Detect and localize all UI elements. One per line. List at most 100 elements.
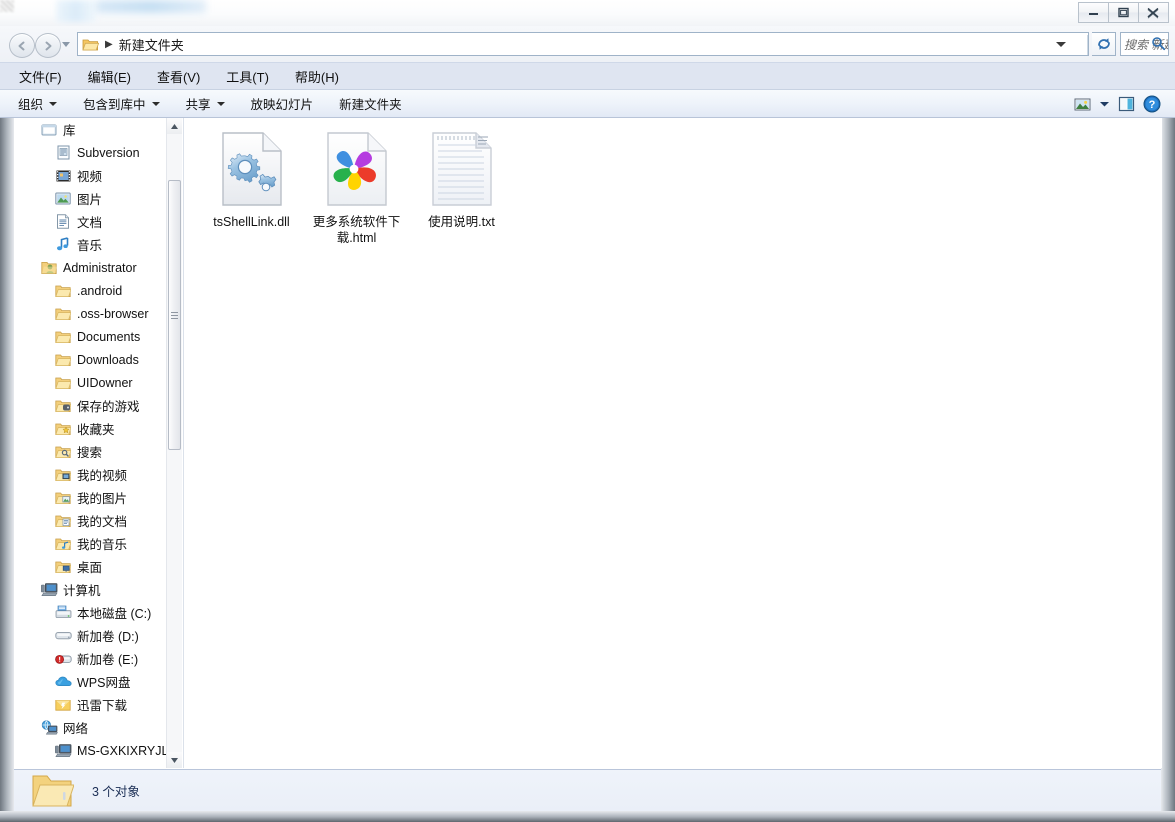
toolbar-button-1[interactable]: 包含到库中	[83, 94, 160, 113]
sidebar-item-7[interactable]: .android	[14, 279, 164, 302]
sidebar-item-27[interactable]: MS-GXKIXRYJLV	[14, 739, 176, 762]
menu-item-1[interactable]: 编辑(E)	[85, 65, 134, 88]
preview-pane-button[interactable]	[1113, 92, 1139, 116]
toolbar-button-0[interactable]: 组织	[18, 94, 58, 113]
sidebar-item-24[interactable]: WPS网盘	[14, 670, 164, 693]
address-bar-row: ▶ 新建文件夹 搜索 新建...	[0, 26, 1175, 62]
sidebar-item-21[interactable]: 本地磁盘 (C:)	[14, 601, 164, 624]
sidebar-item-4[interactable]: 文档	[14, 210, 164, 233]
sidebar-item-label: Downloads	[77, 352, 139, 367]
scrollbar-thumb[interactable]	[168, 180, 181, 450]
sidebar-item-label: 保存的游戏	[77, 400, 140, 414]
title-blurred-region-a	[56, 0, 96, 22]
menu-item-2[interactable]: 查看(V)	[154, 65, 203, 88]
maximize-button[interactable]	[1109, 2, 1139, 23]
window-frame-right	[1161, 26, 1175, 811]
file-list-pane[interactable]: tsShellLink.dll 更多系统软件下载.html 使用说明.txt	[183, 118, 1162, 768]
toolbar-right-group: ?	[1069, 90, 1165, 118]
computer-icon	[54, 743, 72, 758]
search-icon[interactable]	[1151, 36, 1166, 55]
documents-icon	[54, 214, 72, 229]
address-bar[interactable]: ▶ 新建文件夹	[77, 32, 1089, 56]
view-mode-icon	[1074, 98, 1090, 110]
sidebar-item-label: WPS网盘	[77, 676, 131, 690]
file-grid[interactable]: tsShellLink.dll 更多系统软件下载.html 使用说明.txt	[199, 126, 514, 246]
sidebar-item-0[interactable]: 库	[14, 118, 164, 141]
navigation-pane[interactable]: 库 Subversion 视频 图片 文档音乐 Administrator .android…	[14, 118, 178, 768]
refresh-icon	[1097, 38, 1110, 50]
computer-icon	[40, 582, 58, 597]
file-item-0[interactable]: tsShellLink.dll	[199, 126, 304, 246]
menu-item-4[interactable]: 帮助(H)	[292, 65, 342, 88]
sidebar-item-6[interactable]: Administrator	[14, 256, 164, 279]
my-pictures-icon	[54, 491, 72, 505]
toolbar-button-2[interactable]: 共享	[186, 94, 225, 113]
sidebar-item-25[interactable]: 迅雷下载	[14, 693, 164, 716]
sidebar-item-10[interactable]: Downloads	[14, 348, 164, 371]
drive-icon	[54, 629, 72, 642]
sidebar-item-12[interactable]: 保存的游戏	[14, 394, 164, 417]
status-bar: 3 个对象	[14, 769, 1161, 811]
sidebar-item-label: 音乐	[77, 239, 103, 253]
sidebar-item-label: 网络	[63, 722, 89, 736]
sidebar-item-2[interactable]: 视频	[14, 164, 164, 187]
folder-icon	[54, 376, 72, 390]
view-mode-dropdown[interactable]	[1095, 92, 1113, 116]
search-box[interactable]: 搜索 新建...	[1120, 32, 1169, 56]
sidebar-item-label: 本地磁盘 (C:)	[77, 607, 152, 621]
sidebar-item-label: 桌面	[77, 561, 103, 575]
menu-item-0[interactable]: 文件(F)	[16, 65, 65, 88]
toolbar-button-4[interactable]: 新建文件夹	[339, 94, 402, 113]
help-button[interactable]: ?	[1139, 92, 1165, 116]
sidebar-item-18[interactable]: 我的音乐	[14, 532, 164, 555]
window-frame-left	[0, 26, 14, 811]
scroll-down-button[interactable]	[167, 752, 182, 768]
minimize-button[interactable]	[1078, 2, 1109, 23]
sidebar-item-label: 迅雷下载	[77, 699, 128, 713]
sidebar-item-13[interactable]: 收藏夹	[14, 417, 164, 440]
file-item-2[interactable]: 使用说明.txt	[409, 126, 514, 246]
sidebar-item-label: .oss-browser	[77, 306, 149, 321]
sidebar-item-label: MS-GXKIXRYJLV	[77, 743, 176, 758]
sidebar-item-3[interactable]: 图片	[14, 187, 164, 210]
refresh-button[interactable]	[1092, 32, 1116, 56]
folder-tree[interactable]: 库 Subversion 视频 图片 文档音乐 Administrator .android…	[14, 118, 176, 762]
sidebar-item-26[interactable]: 网络	[14, 716, 164, 739]
sidebar-item-label: 新加卷 (D:)	[77, 630, 139, 644]
sidebar-item-15[interactable]: 我的视频	[14, 463, 164, 486]
scroll-up-button[interactable]	[167, 118, 182, 134]
breadcrumb[interactable]: 新建文件夹	[119, 35, 184, 54]
thunder-folder-icon	[54, 698, 72, 712]
scrollbar-grip-icon	[171, 311, 178, 319]
help-icon: ?	[1143, 95, 1161, 113]
sidebar-item-1[interactable]: Subversion	[14, 141, 164, 164]
navigation-scrollbar[interactable]	[166, 118, 182, 768]
sidebar-item-label: 新加卷 (E:)	[77, 653, 139, 667]
cloud-icon	[54, 675, 72, 688]
forward-button[interactable]	[35, 33, 61, 58]
sidebar-item-19[interactable]: 桌面	[14, 555, 164, 578]
sidebar-item-5[interactable]: 音乐	[14, 233, 164, 256]
sidebar-item-20[interactable]: 计算机	[14, 578, 164, 601]
menu-item-3[interactable]: 工具(T)	[223, 65, 272, 88]
sidebar-item-9[interactable]: Documents	[14, 325, 164, 348]
file-name-label: tsShellLink.dll	[213, 215, 290, 229]
sidebar-item-17[interactable]: 我的文档	[14, 509, 164, 532]
sidebar-item-22[interactable]: 新加卷 (D:)	[14, 624, 164, 647]
view-mode-button[interactable]	[1069, 92, 1095, 116]
video-icon	[54, 169, 72, 183]
sidebar-item-8[interactable]: .oss-browser	[14, 302, 164, 325]
sidebar-item-14[interactable]: 搜索	[14, 440, 164, 463]
toolbar-button-label: 包含到库中	[83, 98, 146, 112]
drive-full-icon	[54, 652, 72, 666]
sidebar-item-11[interactable]: UIDowner	[14, 371, 164, 394]
close-button[interactable]	[1139, 2, 1169, 23]
sidebar-item-label: Administrator	[63, 260, 137, 275]
recent-pages-dropdown[interactable]	[62, 42, 70, 47]
sidebar-item-16[interactable]: 我的图片	[14, 486, 164, 509]
toolbar-button-3[interactable]: 放映幻灯片	[251, 94, 314, 113]
sidebar-item-23[interactable]: 新加卷 (E:)	[14, 647, 164, 670]
back-button[interactable]	[9, 33, 35, 58]
address-dropdown-caret[interactable]	[1056, 42, 1066, 47]
file-item-1[interactable]: 更多系统软件下载.html	[304, 126, 409, 246]
